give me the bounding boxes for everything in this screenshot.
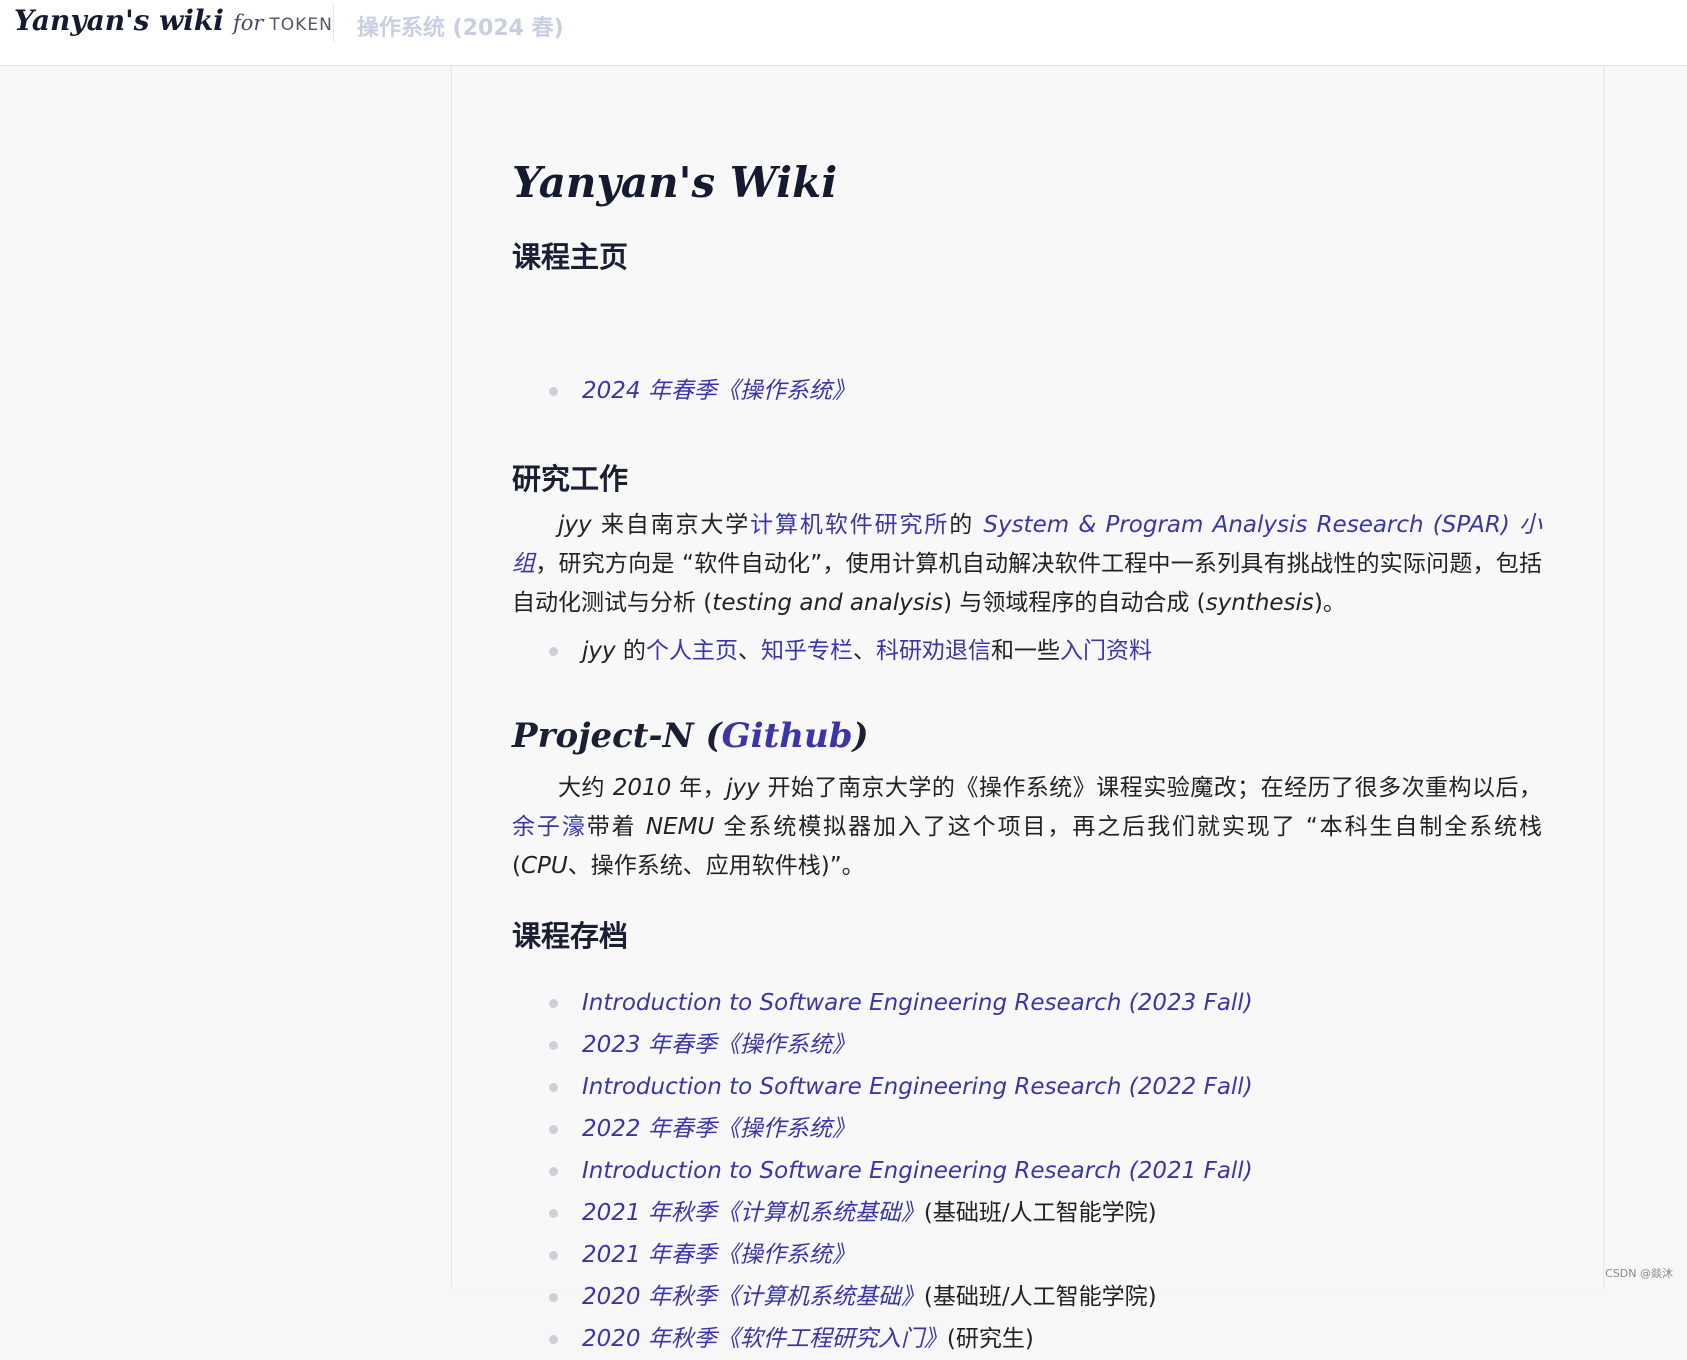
project-text: NEMU bbox=[645, 814, 715, 840]
research-heading: 研究工作 bbox=[512, 462, 629, 496]
research-text: 来自南京大学 bbox=[591, 512, 751, 538]
research-text: synthesis bbox=[1205, 590, 1314, 616]
project-text: 大约 bbox=[558, 775, 613, 801]
page-title: Yanyan's Wiki bbox=[512, 158, 838, 207]
project-heading: Project-N (Github) bbox=[512, 716, 869, 756]
navbar-divider bbox=[333, 5, 334, 42]
course-link-os-2024[interactable]: 2024 年春季《操作系统》 bbox=[582, 378, 855, 404]
archive-link[interactable]: Introduction to Software Engineering Res… bbox=[582, 1158, 1253, 1184]
research-text: 的 bbox=[949, 512, 984, 538]
list-item: 2021 年春季《操作系统》 bbox=[512, 1234, 1542, 1276]
separator: 、 bbox=[737, 638, 761, 664]
separator: 、 bbox=[852, 638, 876, 664]
list-item: 2020 年秋季《计算机系统基础》(基础班/人工智能学院) bbox=[512, 1276, 1542, 1318]
archive-link[interactable]: 2022 年春季《操作系统》 bbox=[582, 1116, 855, 1142]
courses-list: 2024 年春季《操作系统》 bbox=[512, 370, 1542, 412]
nav-link-os-2024[interactable]: 操作系统 (2024 春) bbox=[357, 10, 564, 42]
archive-link[interactable]: 2023 年春季《操作系统》 bbox=[582, 1032, 855, 1058]
list-item: 2023 年春季《操作系统》 bbox=[512, 1024, 1542, 1066]
project-paragraph: 大约 2010 年，jyy 开始了南京大学的《操作系统》课程实验魔改；在经历了很… bbox=[512, 769, 1542, 886]
research-text: testing and analysis bbox=[712, 590, 944, 616]
zhihu-column-link[interactable]: 知乎专栏 bbox=[761, 638, 853, 664]
research-text: )。 bbox=[1313, 590, 1346, 616]
archive-note: (研究生) bbox=[946, 1326, 1034, 1352]
jyy-name: jyy bbox=[726, 775, 760, 801]
project-text: CPU bbox=[520, 853, 568, 879]
project-text: 、操作系统、应用软件栈)”。 bbox=[567, 853, 865, 879]
archive-link[interactable]: 2021 年春季《操作系统》 bbox=[582, 1242, 855, 1268]
list-item: 2020 年秋季《软件工程研究入门》(研究生) bbox=[512, 1318, 1542, 1360]
intro-materials-link[interactable]: 入门资料 bbox=[1060, 638, 1152, 664]
brand-token: TOKEN bbox=[269, 15, 333, 35]
yuzihao-link[interactable]: 余子濠 bbox=[512, 814, 587, 840]
list-item: jyy 的个人主页、知乎专栏、科研劝退信和一些入门资料 bbox=[512, 630, 1542, 672]
list-item: Introduction to Software Engineering Res… bbox=[512, 982, 1542, 1024]
project-text: 2010 bbox=[612, 775, 672, 801]
research-advice-link[interactable]: 科研劝退信 bbox=[876, 638, 991, 664]
brand-for: for bbox=[232, 11, 264, 35]
brand-name: Yanyan's wiki bbox=[14, 4, 224, 37]
research-links-list: jyy 的个人主页、知乎专栏、科研劝退信和一些入门资料 bbox=[512, 630, 1542, 672]
institute-link[interactable]: 计算机软件研究所 bbox=[750, 512, 949, 538]
list-item: 2022 年春季《操作系统》 bbox=[512, 1108, 1542, 1150]
courses-heading: 课程主页 bbox=[512, 240, 629, 274]
github-link[interactable]: Github bbox=[722, 716, 853, 756]
archive-list: Introduction to Software Engineering Res… bbox=[512, 982, 1542, 1360]
project-text: 年， bbox=[671, 775, 727, 801]
list-item: Introduction to Software Engineering Res… bbox=[512, 1150, 1542, 1192]
archive-link[interactable]: Introduction to Software Engineering Res… bbox=[582, 990, 1253, 1016]
archive-note: (基础班/人工智能学院) bbox=[923, 1200, 1157, 1226]
archive-link[interactable]: 2020 年秋季《计算机系统基础》 bbox=[582, 1284, 924, 1310]
list-text: 和一些 bbox=[990, 638, 1060, 664]
homepage-link[interactable]: 个人主页 bbox=[646, 638, 738, 664]
list-text: 的 bbox=[615, 638, 646, 664]
project-heading-text: Project-N ( bbox=[512, 716, 722, 756]
research-text: ) 与领域程序的自动合成 ( bbox=[943, 590, 1206, 616]
project-text: 带着 bbox=[586, 814, 646, 840]
main-content-card: Yanyan's Wiki 课程主页 2024 年春季《操作系统》 研究工作 j… bbox=[451, 66, 1604, 1352]
archive-link[interactable]: Introduction to Software Engineering Res… bbox=[582, 1074, 1253, 1100]
archive-link[interactable]: 2020 年秋季《软件工程研究入门》 bbox=[582, 1326, 947, 1352]
research-paragraph: jyy 来自南京大学计算机软件研究所的 System & Program Ana… bbox=[512, 506, 1542, 623]
project-heading-text: ) bbox=[852, 716, 869, 756]
jyy-name: jyy bbox=[582, 638, 616, 664]
top-navbar: Yanyan's wiki for TOKEN 操作系统 (2024 春) bbox=[0, 0, 1687, 66]
list-item: Introduction to Software Engineering Res… bbox=[512, 1066, 1542, 1108]
project-text: 开始了南京大学的《操作系统》课程实验魔改；在经历了很多次重构以后， bbox=[759, 775, 1542, 801]
csdn-watermark: CSDN @燚沐 bbox=[1605, 1267, 1673, 1280]
jyy-name: jyy bbox=[558, 512, 592, 538]
list-item: 2021 年秋季《计算机系统基础》(基础班/人工智能学院) bbox=[512, 1192, 1542, 1234]
list-item: 2024 年春季《操作系统》 bbox=[512, 370, 1542, 412]
site-logo-link[interactable]: Yanyan's wiki for TOKEN bbox=[14, 4, 333, 44]
archive-heading: 课程存档 bbox=[512, 919, 629, 953]
archive-note: (基础班/人工智能学院) bbox=[923, 1284, 1157, 1310]
archive-link[interactable]: 2021 年秋季《计算机系统基础》 bbox=[582, 1200, 924, 1226]
